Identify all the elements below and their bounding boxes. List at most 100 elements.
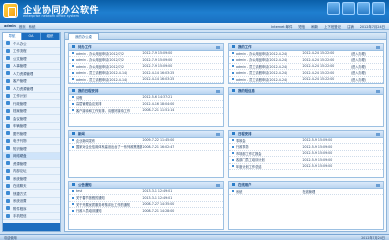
- tab-desktop[interactable]: 我的办公桌: [68, 33, 99, 40]
- module-icon: [6, 108, 10, 113]
- more-icon[interactable]: [216, 132, 220, 136]
- module-icon: [6, 138, 10, 143]
- module-icon: [6, 168, 10, 173]
- module-icon: [6, 183, 10, 188]
- sidebar-item[interactable]: 人力资源管理: [3, 70, 60, 78]
- date-label: 2012年7月24日: [359, 24, 385, 29]
- list-item[interactable]: 客户接待和工作安排，请做好接待工作 2008-7-21 11:51:14: [69, 108, 223, 114]
- tab-org[interactable]: 组织: [41, 33, 60, 40]
- sidebar-item[interactable]: 内部论坛: [3, 168, 60, 175]
- sidebar-item[interactable]: 系统管理: [3, 175, 60, 183]
- home-button[interactable]: [327, 2, 340, 15]
- module-icon: [6, 86, 10, 91]
- sidebar-item[interactable]: 会议管理: [3, 115, 60, 123]
- panel-icon: [232, 183, 235, 187]
- main-area: 我的办公桌 待办工作 admin - 办公用品申请(2012/7/2 2012-7…: [64, 32, 387, 232]
- panel-icon: [72, 45, 75, 49]
- panel-icon: [232, 132, 235, 136]
- more-icon[interactable]: [216, 45, 220, 49]
- sidebar-item[interactable]: 图书管理: [3, 130, 60, 138]
- status-left: 欢迎使用: [4, 236, 17, 240]
- tab-oa[interactable]: OA: [22, 33, 41, 40]
- module-icon: [6, 131, 10, 136]
- sidebar-item[interactable]: 档案管理: [3, 108, 60, 115]
- panel-plans: 日程安排 事故会 2012-5-9 15:09:00 行政事务 2012-5-9 1…: [228, 130, 384, 178]
- refresh-link[interactable]: 刷新: [311, 24, 318, 29]
- panel-news: 新闻 企业新闻发布 2009-7-22 11:45:00 国家对企业信用体系建设出…: [68, 130, 224, 178]
- panel-todo: 待办工作 admin - 办公用品申请(2012/7/2 2012-7-9 15:…: [68, 43, 224, 84]
- list-item[interactable]: 系统 在线管理: [229, 189, 383, 195]
- list-item[interactable]: 年度计划工作总结 2012-5-9 15:09:00: [229, 164, 383, 170]
- app-header: 企业协同办公软件 enterprise network office syste…: [0, 0, 389, 23]
- exit-button[interactable]: [372, 2, 385, 15]
- sidebar-item[interactable]: 车辆管理: [3, 123, 60, 130]
- module-icon: [6, 41, 10, 46]
- menu-system[interactable]: 系统: [29, 24, 36, 29]
- module-icon: [6, 48, 10, 53]
- panel-icon: [72, 132, 75, 136]
- module-icon: [6, 101, 10, 106]
- user-label: admin: [4, 23, 16, 28]
- panel-icon: [72, 183, 75, 187]
- sidebar-item[interactable]: 快捷方式: [3, 190, 60, 198]
- module-icon: [6, 93, 10, 98]
- list-item[interactable]: 国家对企业信用体系建设出台了一系列政策措施 2008-7-21 16:02:47: [69, 144, 223, 151]
- module-icon: [6, 71, 10, 76]
- module-icon: [6, 146, 10, 151]
- more-icon[interactable]: [376, 45, 380, 49]
- more-icon[interactable]: [376, 132, 380, 136]
- sidebar-item[interactable]: 人力资源管理: [3, 85, 60, 93]
- module-icon: [6, 198, 10, 203]
- sidebar-item[interactable]: 附件程序: [3, 205, 60, 213]
- more-icon[interactable]: [216, 89, 220, 93]
- app-logo-icon: [3, 3, 18, 18]
- sidebar-footer: [3, 223, 60, 231]
- panel-online-users: 在线用户 系统 在线管理: [228, 181, 384, 230]
- sidebar-item[interactable]: 公文管理: [3, 55, 60, 63]
- menu-home[interactable]: 首页: [19, 24, 26, 29]
- panel-notices: 公告通知 test 2013-3-1 12:49:01 关于春节放假的通知 2013…: [68, 181, 224, 230]
- sms-link[interactable]: 短信: [298, 24, 305, 29]
- module-icon: [6, 153, 10, 158]
- sidebar-item[interactable]: 在线聊天: [3, 183, 60, 190]
- email-link[interactable]: Internet 邮件: [271, 24, 292, 29]
- list-item[interactable]: 行政人员培训通知 2008-7-21 14:28:00: [69, 208, 223, 215]
- panel-schedule: 我的日程安排 请假 2012-5-6 14:37:21 高层管理会议安排 2012-…: [68, 87, 224, 127]
- more-icon[interactable]: [376, 89, 380, 93]
- module-icon: [6, 206, 10, 211]
- more-icon[interactable]: [216, 183, 220, 187]
- sidebar-item[interactable]: 工作流程: [3, 48, 60, 55]
- more-icon[interactable]: [376, 183, 380, 187]
- module-icon: [6, 123, 10, 128]
- sidebar-item[interactable]: 人事管理: [3, 63, 60, 70]
- tab-nav[interactable]: 导航: [3, 33, 22, 40]
- sidebar-item[interactable]: 行政管理: [3, 100, 60, 108]
- sidebar-item[interactable]: 资源管理: [3, 160, 60, 168]
- module-icon: [6, 116, 10, 121]
- checkin-link[interactable]: 上下班登记: [324, 24, 341, 29]
- status-bar: 欢迎使用 2012年7月24日: [0, 234, 389, 240]
- top-toolbar: admin 首页 系统 Internet 邮件 短信 刷新 上下班登记 注销 2…: [0, 23, 389, 30]
- sidebar-item[interactable]: 知识管理: [3, 145, 60, 153]
- help-button[interactable]: [357, 2, 370, 15]
- panel-icon: [72, 89, 75, 93]
- logout-link[interactable]: 注销: [347, 24, 354, 29]
- sidebar-item[interactable]: 网络硬盘: [3, 152, 60, 160]
- module-icon: [6, 78, 10, 83]
- sidebar-item[interactable]: 系统设置: [3, 198, 60, 205]
- panel-icon: [232, 89, 235, 93]
- sidebar-item[interactable]: 个人办公: [3, 40, 60, 48]
- sidebar-item[interactable]: 工作计划: [3, 93, 60, 100]
- sidebar-item[interactable]: 客户管理: [3, 78, 60, 85]
- sidebar-item[interactable]: 电子刊物: [3, 138, 60, 145]
- app-subtitle: enterprise network office system: [23, 14, 79, 18]
- sidebar-item[interactable]: 手机短信: [3, 213, 60, 220]
- list-item[interactable]: admin - 员工请假申请(2012-4-14) 2012-4-14 16:03…: [69, 77, 223, 83]
- module-icon: [6, 213, 10, 218]
- module-icon: [6, 161, 10, 166]
- list-item[interactable]: admin - 员工请假申请(2012-4-24) 2012-4-24 15:22…: [229, 77, 383, 83]
- refresh-button[interactable]: [342, 2, 355, 15]
- panel-mywork: 我的工作 admin - 办公用品申请(2012-4-24) 2012-4-24 …: [228, 43, 384, 84]
- panel-messages: 我的短信息: [228, 87, 384, 127]
- status-right: 2012年7月24日: [361, 236, 385, 240]
